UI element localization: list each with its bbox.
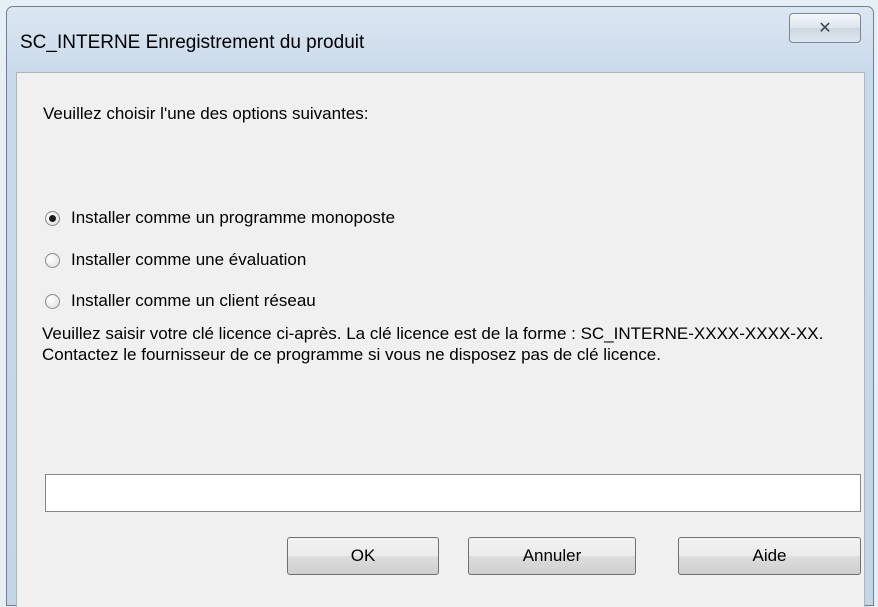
cancel-button[interactable]: Annuler [468,537,636,575]
radio-button[interactable] [45,293,60,309]
radio-button[interactable] [45,252,60,268]
dialog-window: SC_INTERNE Enregistrement du produit ✕ V… [6,6,874,607]
title-bar[interactable]: SC_INTERNE Enregistrement du produit ✕ [7,7,873,67]
radio-option-evaluation[interactable]: Installer comme une évaluation [45,250,306,270]
dialog-body: Veuillez choisir l'une des options suiva… [16,72,865,607]
close-icon: ✕ [818,20,832,37]
help-button[interactable]: Aide [678,537,861,575]
radio-label: Installer comme un client réseau [71,291,316,310]
options-prompt: Veuillez choisir l'une des options suiva… [43,104,369,123]
license-key-input[interactable] [45,474,861,512]
radio-option-client-reseau[interactable]: Installer comme un client réseau [45,291,316,311]
license-info-text: Veuillez saisir votre clé licence ci-apr… [42,324,824,364]
close-button[interactable]: ✕ [789,13,861,43]
ok-button[interactable]: OK [287,537,439,575]
radio-label: Installer comme un programme monoposte [71,208,396,227]
radio-button[interactable] [45,210,60,226]
radio-option-monoposte[interactable]: Installer comme un programme monoposte [45,208,395,228]
radio-label: Installer comme une évaluation [71,250,307,269]
window-title: SC_INTERNE Enregistrement du produit [20,32,365,53]
